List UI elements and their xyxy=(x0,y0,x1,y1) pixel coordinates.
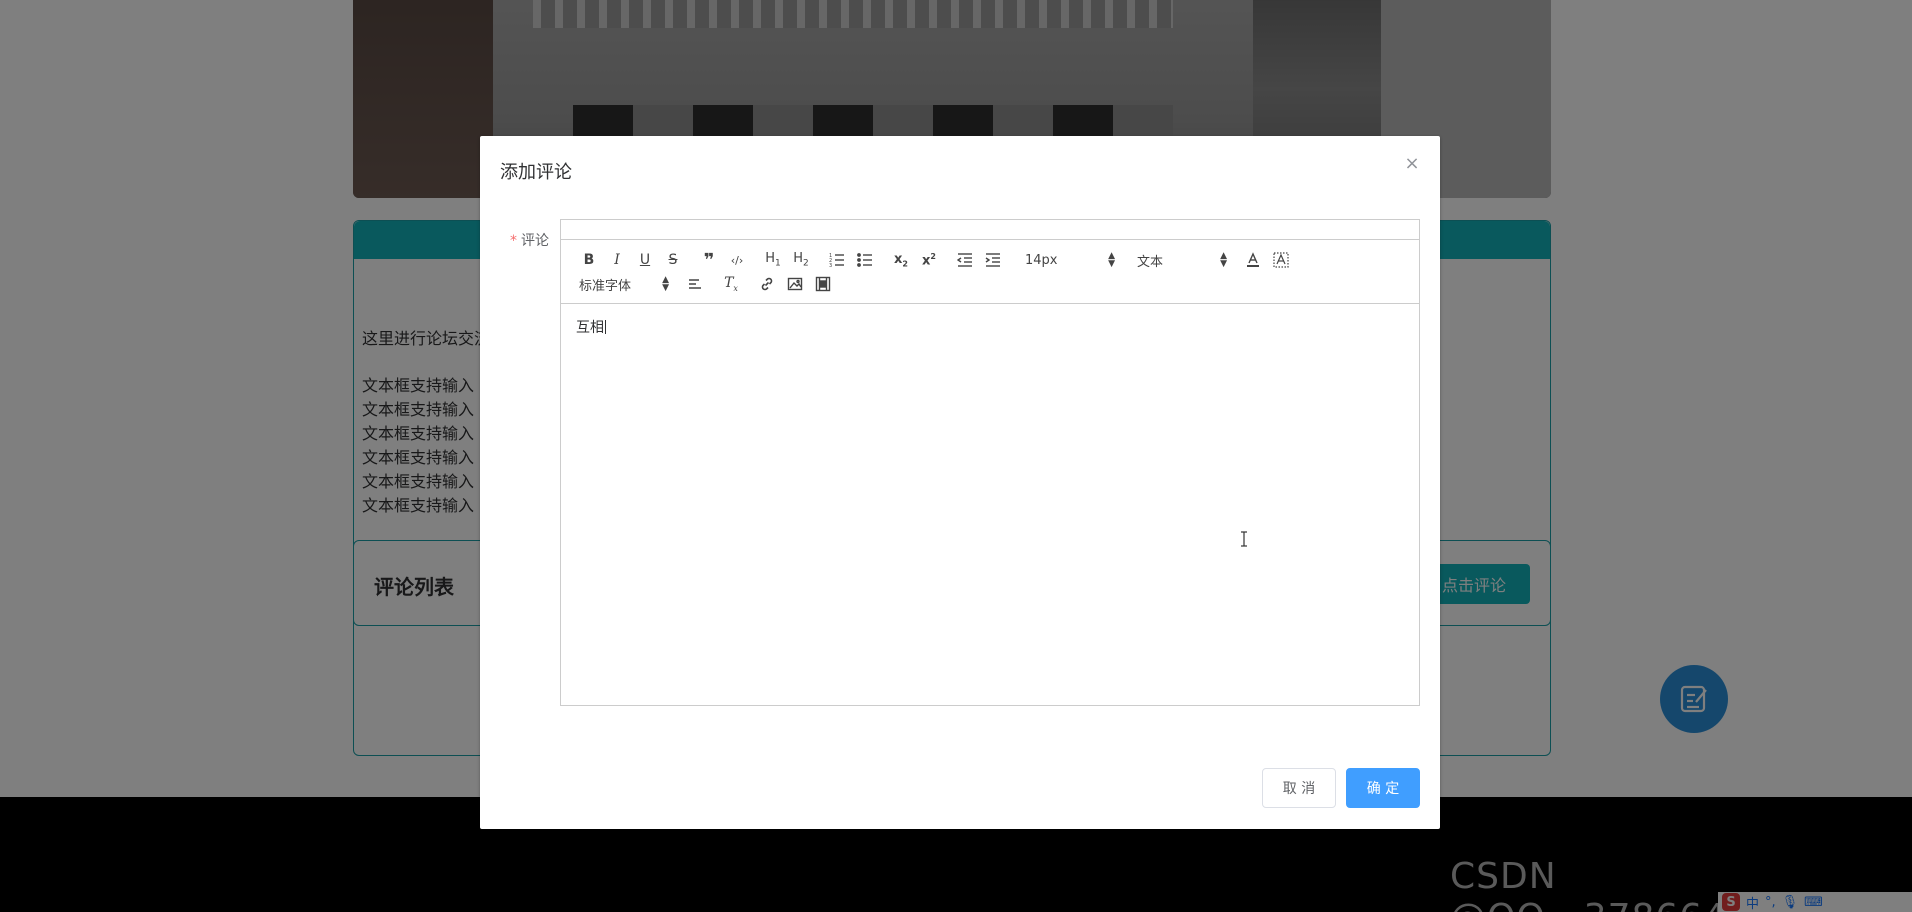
rich-text-editor: B I U S ❞ ‹/› H1 H2 123 x2 x2 14px ▲ ▼ 文… xyxy=(560,219,1420,706)
highlight-color-icon xyxy=(1273,252,1289,268)
superscript-icon: x2 xyxy=(922,251,936,269)
bullet-list-button[interactable] xyxy=(851,249,879,271)
ordered-list-icon: 123 xyxy=(829,253,844,268)
confirm-button[interactable]: 确 定 xyxy=(1346,768,1420,808)
align-left-icon xyxy=(689,279,701,289)
strike-icon: S xyxy=(668,252,678,268)
underline-icon: U xyxy=(639,252,651,268)
superscript-button[interactable]: x2 xyxy=(915,249,943,271)
bold-icon: B xyxy=(583,252,595,268)
video-icon xyxy=(815,276,831,292)
toolbar-row-1: B I U S ❞ ‹/› H1 H2 123 x2 x2 14px ▲ ▼ 文… xyxy=(575,249,1295,271)
editor-text: 互相 xyxy=(576,320,604,336)
ordered-list-button[interactable]: 123 xyxy=(823,249,851,271)
underline-button[interactable]: U xyxy=(631,249,659,271)
bullet-list-icon xyxy=(857,253,872,267)
code-icon: ‹/› xyxy=(730,253,744,267)
svg-text:3: 3 xyxy=(829,263,832,268)
h1-icon: H1 xyxy=(765,251,781,269)
font-family-value: 标准字体 xyxy=(579,278,632,294)
header-value: 文本 xyxy=(1137,254,1164,270)
italic-button[interactable]: I xyxy=(603,249,631,271)
bold-button[interactable]: B xyxy=(575,249,603,271)
text-cursor-icon xyxy=(1241,531,1247,547)
align-button[interactable] xyxy=(681,273,709,295)
link-icon xyxy=(761,277,773,291)
italic-icon: I xyxy=(614,252,620,268)
editor-content-area[interactable]: 互相 xyxy=(561,305,1419,705)
indent-button[interactable] xyxy=(979,249,1007,271)
header-1-button[interactable]: H1 xyxy=(759,249,787,271)
h2-icon: H2 xyxy=(793,251,809,269)
required-mark: * xyxy=(510,233,517,249)
comment-label-text: 评论 xyxy=(521,233,549,249)
cancel-button[interactable]: 取 消 xyxy=(1262,768,1336,808)
subscript-button[interactable]: x2 xyxy=(887,249,915,271)
blockquote-button[interactable]: ❞ xyxy=(695,249,723,271)
outdent-button[interactable] xyxy=(951,249,979,271)
font-size-select[interactable]: 14px ▲ ▼ xyxy=(1021,249,1119,271)
text-caret xyxy=(605,320,606,334)
select-arrows-icon: ▲ ▼ xyxy=(1220,251,1227,269)
strike-button[interactable]: S xyxy=(659,249,687,271)
toolbar-row-2: 标准字体 ▲ ▼ Tx xyxy=(575,273,837,295)
background-color-button[interactable] xyxy=(1267,249,1295,271)
header-2-button[interactable]: H2 xyxy=(787,249,815,271)
clear-format-icon: Tx xyxy=(724,275,738,293)
indent-icon xyxy=(985,253,1000,267)
image-button[interactable] xyxy=(781,273,809,295)
text-color-button[interactable] xyxy=(1239,249,1267,271)
quote-icon: ❞ xyxy=(703,249,715,271)
add-comment-dialog: 添加评论 × * 评论 B I U S ❞ ‹/› H1 H2 123 x2 x… xyxy=(480,136,1440,829)
image-icon xyxy=(787,277,803,291)
subscript-icon: x2 xyxy=(894,251,908,269)
header-select[interactable]: 文本 ▲ ▼ xyxy=(1133,249,1231,271)
font-color-icon xyxy=(1247,252,1259,267)
comment-form-label: * 评论 xyxy=(510,230,549,250)
video-button[interactable] xyxy=(809,273,837,295)
code-block-button[interactable]: ‹/› xyxy=(723,249,751,271)
close-icon[interactable]: × xyxy=(1404,155,1420,173)
select-arrows-icon: ▲ ▼ xyxy=(1108,251,1115,269)
select-arrows-icon: ▲ ▼ xyxy=(662,275,669,293)
editor-toolbar: B I U S ❞ ‹/› H1 H2 123 x2 x2 14px ▲ ▼ 文… xyxy=(561,240,1419,304)
font-size-value: 14px xyxy=(1025,252,1058,268)
outdent-icon xyxy=(957,253,972,267)
link-button[interactable] xyxy=(753,273,781,295)
font-family-select[interactable]: 标准字体 ▲ ▼ xyxy=(575,273,673,295)
dialog-title: 添加评论 xyxy=(500,162,572,183)
clear-format-button[interactable]: Tx xyxy=(717,273,745,295)
